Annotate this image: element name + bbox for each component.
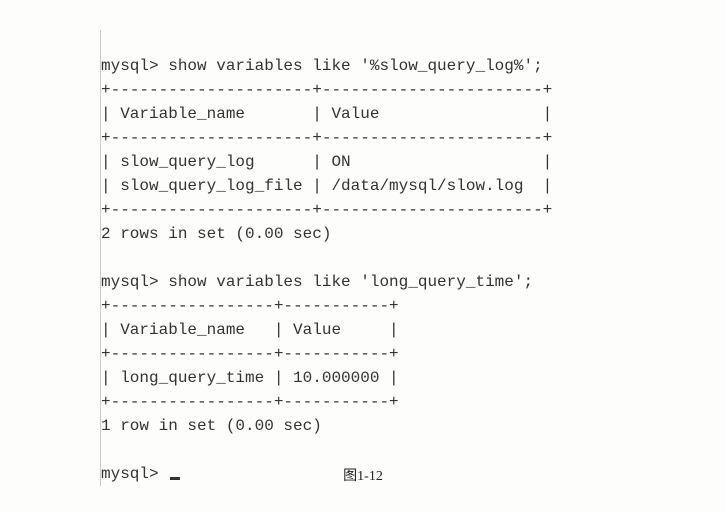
query-1-footer: 2 rows in set (0.00 sec) [101,225,331,243]
query-2-sep-top: +-----------------+-----------+ [101,297,399,315]
query-2-sep-bot: +-----------------+-----------+ [101,393,399,411]
query-1-header: | Variable_name | Value | [101,105,552,123]
figure-caption: 图1-12 [0,465,726,485]
query-1-sep-top: +---------------------+-----------------… [101,81,552,99]
query-1-sep-mid: +---------------------+-----------------… [101,129,552,147]
query-1-sep-bot: +---------------------+-----------------… [101,201,552,219]
query-2-footer: 1 row in set (0.00 sec) [101,417,322,435]
query-2-sep-mid: +-----------------+-----------+ [101,345,399,363]
query-1-command: mysql> show variables like '%slow_query_… [101,57,543,75]
query-1-row-1: | slow_query_log | ON | [101,153,552,171]
terminal-output: mysql> show variables like '%slow_query_… [100,30,640,486]
query-2-header: | Variable_name | Value | [101,321,399,339]
query-2-row-1: | long_query_time | 10.000000 | [101,369,399,387]
query-1-row-2: | slow_query_log_file | /data/mysql/slow… [101,177,552,195]
query-2-command: mysql> show variables like 'long_query_t… [101,273,533,291]
